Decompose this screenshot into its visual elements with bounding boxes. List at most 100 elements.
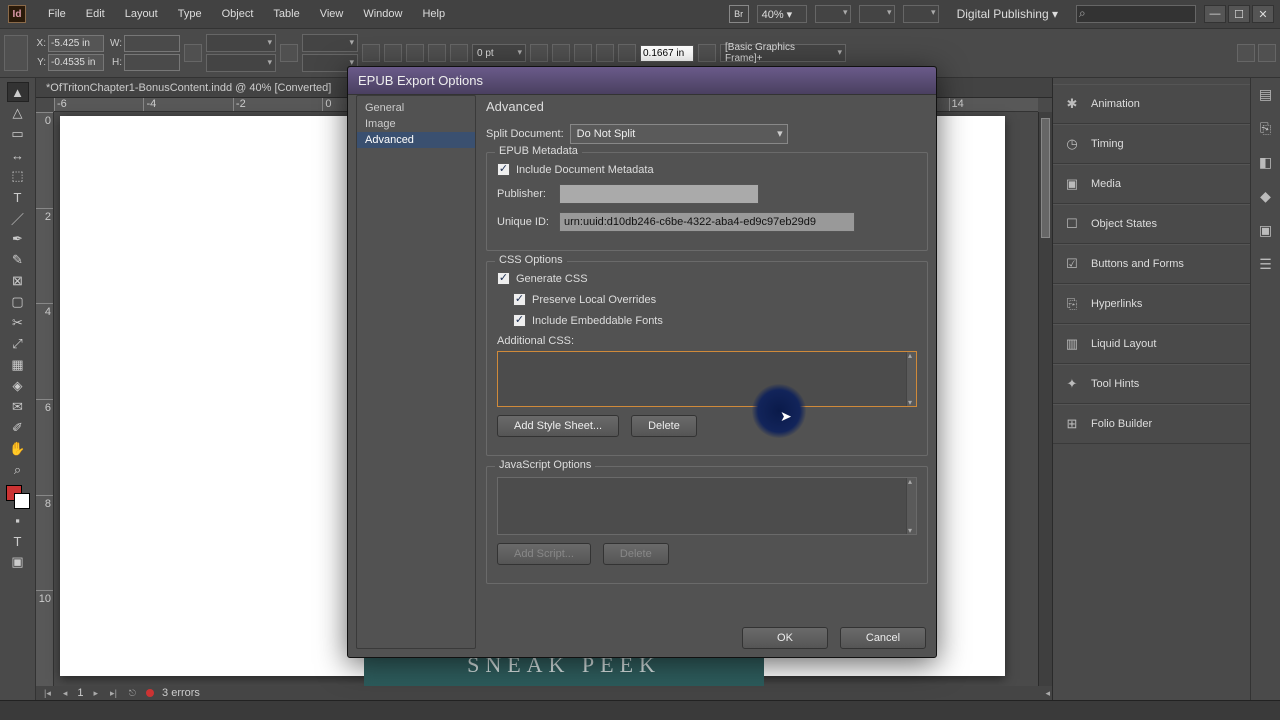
- preserve-overrides-checkbox[interactable]: [513, 293, 526, 306]
- menu-object[interactable]: Object: [212, 8, 264, 20]
- gradient-feather-tool-icon[interactable]: ◈: [7, 376, 29, 396]
- constrain-icon[interactable]: [184, 44, 202, 62]
- dialog-tab-advanced[interactable]: Advanced: [357, 132, 475, 148]
- publisher-input[interactable]: [559, 184, 759, 204]
- add-style-sheet-button[interactable]: Add Style Sheet...: [497, 415, 619, 437]
- hand-tool-icon[interactable]: ✋: [7, 439, 29, 459]
- menu-help[interactable]: Help: [412, 8, 455, 20]
- panel-folio-builder[interactable]: ⊞Folio Builder: [1053, 404, 1250, 444]
- workspace-switcher[interactable]: Digital Publishing ▾: [947, 7, 1068, 21]
- dialog-tab-image[interactable]: Image: [357, 116, 475, 132]
- help-search-input[interactable]: [1076, 5, 1196, 23]
- w-input[interactable]: [124, 35, 180, 52]
- flip-h-icon[interactable]: [362, 44, 380, 62]
- zoom-tool-icon[interactable]: ⌕: [7, 460, 29, 480]
- content-collector-tool-icon[interactable]: ⬚: [7, 166, 29, 186]
- add-script-button[interactable]: Add Script...: [497, 543, 591, 565]
- panel-hyperlinks[interactable]: ⎘Hyperlinks: [1053, 284, 1250, 324]
- prev-page-icon[interactable]: ◂: [61, 688, 70, 699]
- flip-v-icon[interactable]: [384, 44, 402, 62]
- page-number-field[interactable]: 1: [77, 687, 83, 699]
- pen-tool-icon[interactable]: ✒: [7, 229, 29, 249]
- x-input[interactable]: -5.425 in: [48, 35, 104, 52]
- control-menu-icon[interactable]: [1258, 44, 1276, 62]
- delete-script-button[interactable]: Delete: [603, 543, 669, 565]
- swatches-strip-icon[interactable]: ☰: [1256, 254, 1276, 274]
- screen-mode-dropdown[interactable]: [815, 5, 851, 23]
- links-strip-icon[interactable]: ⎘: [1256, 118, 1276, 138]
- js-list-scrollbar[interactable]: [906, 478, 916, 534]
- menu-view[interactable]: View: [310, 8, 354, 20]
- fill-swatch-icon[interactable]: [428, 44, 446, 62]
- include-metadata-checkbox[interactable]: [497, 163, 510, 176]
- wrap-shape-icon[interactable]: [596, 44, 614, 62]
- scrollbar-thumb[interactable]: [1041, 118, 1050, 238]
- bridge-button[interactable]: Br: [729, 5, 749, 23]
- reference-point-icon[interactable]: [4, 35, 28, 71]
- menu-file[interactable]: File: [38, 8, 76, 20]
- scale-y-input[interactable]: [206, 54, 276, 72]
- corner-radius-input[interactable]: 0.1667 in: [640, 45, 694, 62]
- menu-edit[interactable]: Edit: [76, 8, 115, 20]
- screen-mode-icon[interactable]: ▣: [7, 552, 29, 572]
- errors-label[interactable]: 3 errors: [162, 687, 200, 699]
- quick-apply-icon[interactable]: [1237, 44, 1255, 62]
- content-grabber-icon[interactable]: [406, 44, 424, 62]
- arrange-dropdown[interactable]: [859, 5, 895, 23]
- menu-type[interactable]: Type: [168, 8, 212, 20]
- fx-icon[interactable]: [530, 44, 548, 62]
- dialog-tab-general[interactable]: General: [357, 100, 475, 116]
- wrap-bbox-icon[interactable]: [574, 44, 592, 62]
- rectangle-frame-tool-icon[interactable]: ⊠: [7, 271, 29, 291]
- panel-object-states[interactable]: ☐Object States: [1053, 204, 1250, 244]
- apply-color-icon[interactable]: ▪: [7, 510, 29, 530]
- scissors-tool-icon[interactable]: ✂: [7, 313, 29, 333]
- first-page-icon[interactable]: |◂: [42, 688, 53, 699]
- menu-window[interactable]: Window: [353, 8, 412, 20]
- object-style-dropdown[interactable]: [Basic Graphics Frame]+: [720, 44, 846, 62]
- scroll-left-icon[interactable]: ◂: [1043, 688, 1052, 699]
- menu-layout[interactable]: Layout: [115, 8, 168, 20]
- direct-selection-tool-icon[interactable]: △: [7, 103, 29, 123]
- free-transform-tool-icon[interactable]: ⤢: [7, 334, 29, 354]
- zoom-dropdown[interactable]: 40% ▾: [757, 5, 807, 23]
- gap-tool-icon[interactable]: ↔: [7, 145, 29, 165]
- y-input[interactable]: -0.4535 in: [48, 54, 104, 71]
- menu-table[interactable]: Table: [263, 8, 309, 20]
- frame-fit-icon[interactable]: [698, 44, 716, 62]
- stroke-strip-icon[interactable]: ◆: [1256, 186, 1276, 206]
- pencil-tool-icon[interactable]: ✎: [7, 250, 29, 270]
- type-tool-icon[interactable]: T: [7, 187, 29, 207]
- wrap-none-icon[interactable]: [552, 44, 570, 62]
- delete-css-button[interactable]: Delete: [631, 415, 697, 437]
- page-tool-icon[interactable]: ▭: [7, 124, 29, 144]
- cancel-button[interactable]: Cancel: [840, 627, 926, 649]
- next-page-icon[interactable]: ▸: [92, 688, 101, 699]
- line-tool-icon[interactable]: ／: [7, 208, 29, 228]
- additional-css-list[interactable]: [497, 351, 917, 407]
- layers-strip-icon[interactable]: ◧: [1256, 152, 1276, 172]
- scale-x-input[interactable]: [206, 34, 276, 52]
- generate-css-checkbox[interactable]: [497, 272, 510, 285]
- selection-tool-icon[interactable]: ▲: [7, 82, 29, 102]
- close-button[interactable]: ✕: [1252, 5, 1274, 23]
- corner-options-icon[interactable]: [618, 44, 636, 62]
- panel-buttons-forms[interactable]: ☑Buttons and Forms: [1053, 244, 1250, 284]
- gradient-tool-icon[interactable]: ▦: [7, 355, 29, 375]
- rotate-icon[interactable]: [280, 44, 298, 62]
- stroke-swatch-icon[interactable]: [450, 44, 468, 62]
- view-options-dropdown[interactable]: [903, 5, 939, 23]
- formatting-container-icon[interactable]: T: [7, 531, 29, 551]
- split-document-dropdown[interactable]: Do Not Split: [570, 124, 788, 144]
- open-icon[interactable]: ⎋: [127, 688, 138, 699]
- note-tool-icon[interactable]: ✉: [7, 397, 29, 417]
- panel-tool-hints[interactable]: ✦Tool Hints: [1053, 364, 1250, 404]
- minimize-button[interactable]: —: [1204, 5, 1226, 23]
- dialog-title[interactable]: EPUB Export Options: [348, 67, 936, 95]
- scrollbar-vertical[interactable]: [1038, 112, 1052, 686]
- panel-timing[interactable]: ◷Timing: [1053, 124, 1250, 164]
- h-input[interactable]: [124, 54, 180, 71]
- ok-button[interactable]: OK: [742, 627, 828, 649]
- pages-strip-icon[interactable]: ▤: [1256, 84, 1276, 104]
- css-list-scrollbar[interactable]: [906, 352, 916, 406]
